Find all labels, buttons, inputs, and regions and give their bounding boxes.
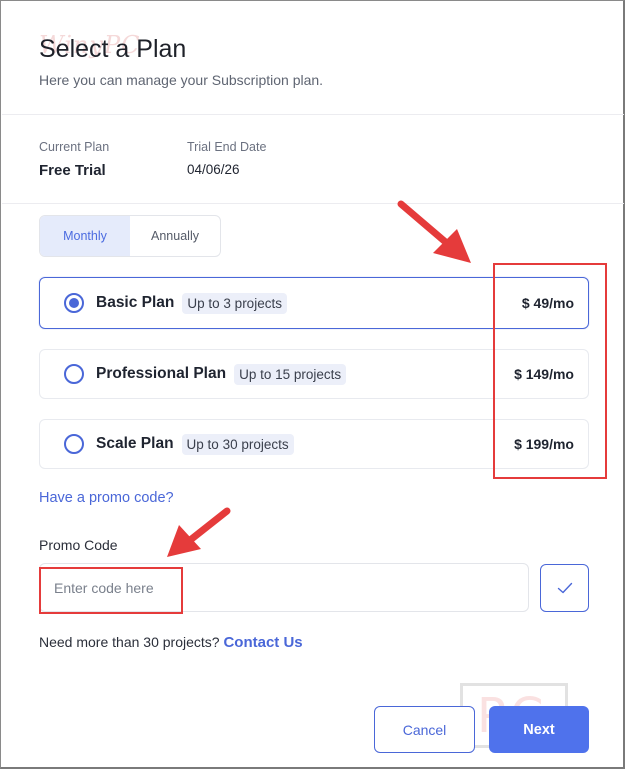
annotation-arrows <box>167 200 471 557</box>
dialog: WinyPC Select a Plan Here you can manage… <box>0 0 625 769</box>
arrow-icon <box>167 507 231 557</box>
arrow-icon <box>397 200 471 263</box>
